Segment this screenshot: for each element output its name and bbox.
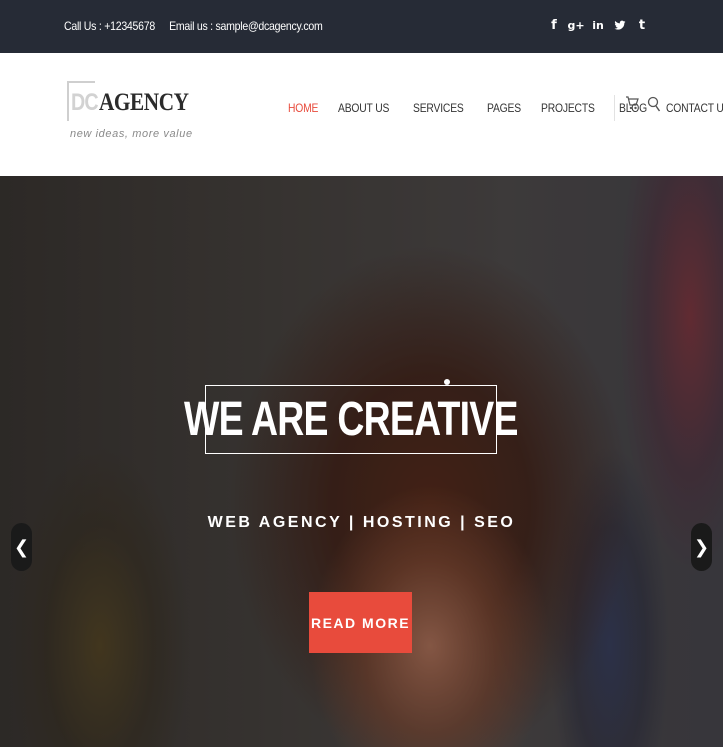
prev-slide-button[interactable]: ❮ [11, 523, 32, 571]
site-logo[interactable]: DC AGENCY new ideas, more value [67, 81, 192, 145]
nav-divider [614, 95, 615, 121]
hero-slider: WE ARE CREATIVE WEB AGENCY | HOSTING | S… [0, 176, 723, 747]
twitter-icon[interactable] [609, 16, 631, 34]
logo-agency: AGENCY [99, 89, 189, 116]
nav-item-services[interactable]: SERVICES [413, 101, 464, 115]
site-header: DC AGENCY new ideas, more value HOME ABO… [0, 53, 723, 176]
social-links: f g+ in t [543, 16, 653, 34]
logo-dc: DC [71, 89, 99, 116]
read-more-button[interactable]: READ MORE [309, 592, 412, 653]
hero-title: WE ARE CREATIVE [184, 393, 518, 446]
email-text: Email us : sample@dcagency.com [169, 19, 323, 33]
title-dot [444, 379, 450, 385]
cart-icon[interactable] [625, 95, 639, 116]
facebook-icon[interactable]: f [543, 16, 565, 34]
logo-tagline: new ideas, more value [70, 128, 193, 140]
chevron-left-icon: ❮ [13, 536, 30, 558]
linkedin-icon[interactable]: in [587, 16, 609, 34]
next-slide-button[interactable]: ❯ [691, 523, 712, 571]
chevron-right-icon: ❯ [693, 536, 710, 558]
google-plus-icon[interactable]: g+ [565, 16, 587, 34]
nav-item-contact-us[interactable]: CONTACT US [666, 101, 723, 115]
top-bar: Call Us : +12345678 Email us : sample@dc… [0, 0, 723, 53]
hero-overlay [0, 176, 723, 747]
phone-text: Call Us : +12345678 [64, 19, 155, 33]
contact-info: Call Us : +12345678 Email us : sample@dc… [64, 19, 334, 33]
hero-subtitle: WEB AGENCY | HOSTING | SEO [207, 514, 516, 531]
tumblr-icon[interactable]: t [631, 16, 653, 34]
hero-title-box: WE ARE CREATIVE [184, 379, 519, 454]
search-icon[interactable] [647, 95, 661, 118]
nav-item-projects[interactable]: PROJECTS [541, 101, 595, 115]
nav-item-home[interactable]: HOME [288, 101, 318, 115]
nav-item-about-us[interactable]: ABOUT US [338, 101, 389, 115]
nav-item-pages[interactable]: PAGES [487, 101, 521, 115]
